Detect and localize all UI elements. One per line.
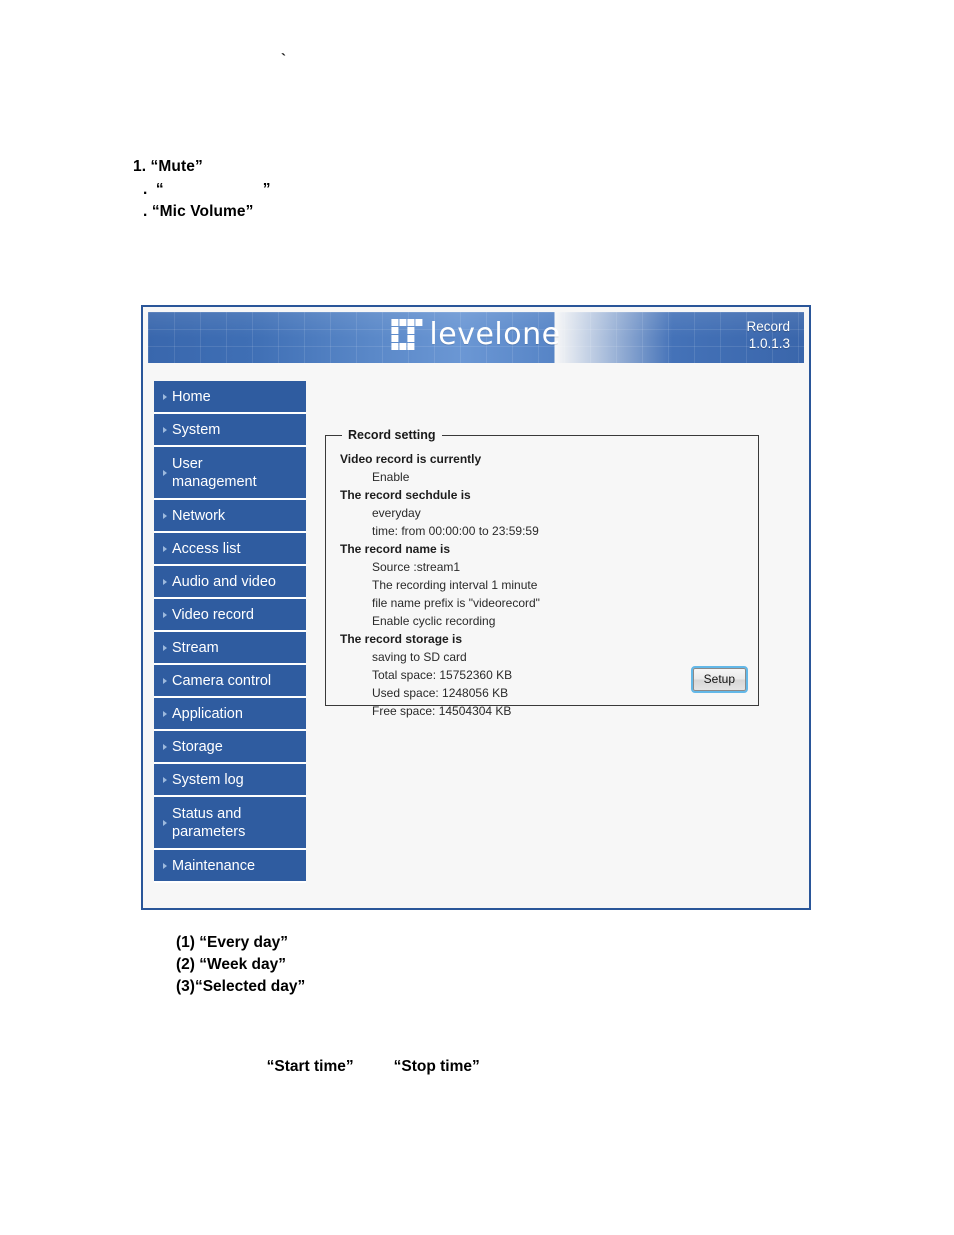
sidebar-item-maintenance[interactable]: Maintenance xyxy=(154,850,306,883)
sidebar-item-stream[interactable]: Stream xyxy=(154,632,306,665)
sidebar-item-status-and-parameters[interactable]: Status and parameters xyxy=(154,797,306,850)
sidebar-item-label: Application xyxy=(172,705,243,722)
chevron-right-icon xyxy=(163,469,167,476)
record-storage-free: Free space: 14504304 KB xyxy=(372,704,512,718)
chevron-right-icon xyxy=(163,677,167,684)
top-note-1: 1. “Mute” xyxy=(133,158,203,175)
sidebar-item-label: Maintenance xyxy=(172,857,256,874)
sidebar-item-label: Home xyxy=(172,388,211,405)
chevron-right-icon xyxy=(163,426,167,433)
record-storage-total: Total space: 15752360 KB xyxy=(372,668,513,682)
top-note-2: . “ ” xyxy=(143,180,271,198)
schedule-note-1: (1) “Every day” xyxy=(176,934,288,951)
record-setting-panel: Record setting Video record is currently… xyxy=(325,428,759,718)
sidebar-item-label: Network xyxy=(172,507,226,524)
sidebar-item-system[interactable]: System xyxy=(154,414,306,447)
sidebar-item-application[interactable]: Application xyxy=(154,698,306,731)
schedule-notes-block: (1) “Every day” (2) “Week day” (3)“Selec… xyxy=(176,932,305,998)
sidebar-item-video-record[interactable]: Video record xyxy=(154,599,306,632)
chevron-right-icon xyxy=(163,578,167,585)
record-state-value: Enable xyxy=(372,470,410,484)
sidebar-item-label: Camera control xyxy=(172,672,272,689)
record-state-heading: Video record is currently xyxy=(340,452,482,466)
sidebar-item-label: Video record xyxy=(172,606,254,623)
record-schedule-heading: The record sechdule is xyxy=(340,488,471,502)
sidebar-item-label: Storage xyxy=(172,738,223,755)
sidebar-item-label: Stream xyxy=(172,639,219,656)
chevron-right-icon xyxy=(163,819,167,826)
header-meta: Record 1.0.1.3 xyxy=(746,318,790,352)
panel-legend: Record setting xyxy=(348,428,436,442)
chevron-right-icon xyxy=(163,644,167,651)
sidebar-item-camera-control[interactable]: Camera control xyxy=(154,665,306,698)
setup-button[interactable]: Setup xyxy=(690,666,749,693)
brand: levelone xyxy=(391,319,560,350)
record-storage-target: saving to SD card xyxy=(372,650,467,664)
schedule-note-3: (3)“Selected day” xyxy=(176,978,306,995)
chevron-right-icon xyxy=(163,545,167,552)
record-schedule-days: everyday xyxy=(372,506,421,520)
sidebar-item-label: System log xyxy=(172,771,244,788)
record-storage-used: Used space: 1248056 KB xyxy=(372,686,509,700)
camera-web-ui-screenshot: levelone Record 1.0.1.3 Home System User… xyxy=(141,305,811,910)
app-body: Home System User management Network Acce… xyxy=(148,363,804,903)
record-name-interval: The recording interval 1 minute xyxy=(372,578,538,592)
setup-button-wrap: Setup xyxy=(690,666,749,693)
sidebar-item-home[interactable]: Home xyxy=(154,381,306,414)
time-notes-block: “Start time” “Stop time” xyxy=(258,1040,480,1076)
record-name-source: Source :stream1 xyxy=(372,560,461,574)
sidebar-item-label: Status and parameters xyxy=(172,805,246,840)
app-header-bar: levelone Record 1.0.1.3 xyxy=(148,312,804,363)
sidebar-nav: Home System User management Network Acce… xyxy=(154,381,306,883)
stray-mark: ` xyxy=(281,51,286,68)
sidebar-item-user-management[interactable]: User management xyxy=(154,447,306,500)
sidebar-item-label: Audio and video xyxy=(172,573,276,590)
sidebar-item-label: System xyxy=(172,421,221,438)
page-title: Record xyxy=(746,319,790,334)
chevron-right-icon xyxy=(163,611,167,618)
chevron-right-icon xyxy=(163,743,167,750)
sidebar-item-label: Access list xyxy=(172,540,241,557)
sidebar-item-label: User management xyxy=(172,455,257,490)
sidebar-item-network[interactable]: Network xyxy=(154,500,306,533)
firmware-version: 1.0.1.3 xyxy=(748,336,790,351)
main-content: Record setting Video record is currently… xyxy=(325,428,759,718)
record-name-cyclic: Enable cyclic recording xyxy=(372,614,496,628)
schedule-note-2: (2) “Week day” xyxy=(176,956,286,973)
chevron-right-icon xyxy=(163,776,167,783)
record-name-heading: The record name is xyxy=(340,542,451,556)
record-storage-heading: The record storage is xyxy=(340,632,463,646)
chevron-right-icon xyxy=(163,710,167,717)
brand-wordmark: levelone xyxy=(429,316,561,352)
sidebar-item-audio-and-video[interactable]: Audio and video xyxy=(154,566,306,599)
top-note-3: . “Mic Volume” xyxy=(143,203,254,220)
levelone-grid-logo-icon xyxy=(391,319,423,350)
sidebar-item-system-log[interactable]: System log xyxy=(154,764,306,797)
start-time-note: “Start time” xyxy=(266,1058,354,1075)
chevron-right-icon xyxy=(163,862,167,869)
record-name-prefix: file name prefix is "videorecord" xyxy=(372,596,540,610)
record-schedule-time: time: from 00:00:00 to 23:59:59 xyxy=(372,524,539,538)
sidebar-item-storage[interactable]: Storage xyxy=(154,731,306,764)
chevron-right-icon xyxy=(163,393,167,400)
sidebar-item-access-list[interactable]: Access list xyxy=(154,533,306,566)
chevron-right-icon xyxy=(163,512,167,519)
top-notes-block: 1. “Mute” . “ ” . “Mic Volume” xyxy=(133,156,270,224)
stop-time-note: “Stop time” xyxy=(393,1058,480,1075)
